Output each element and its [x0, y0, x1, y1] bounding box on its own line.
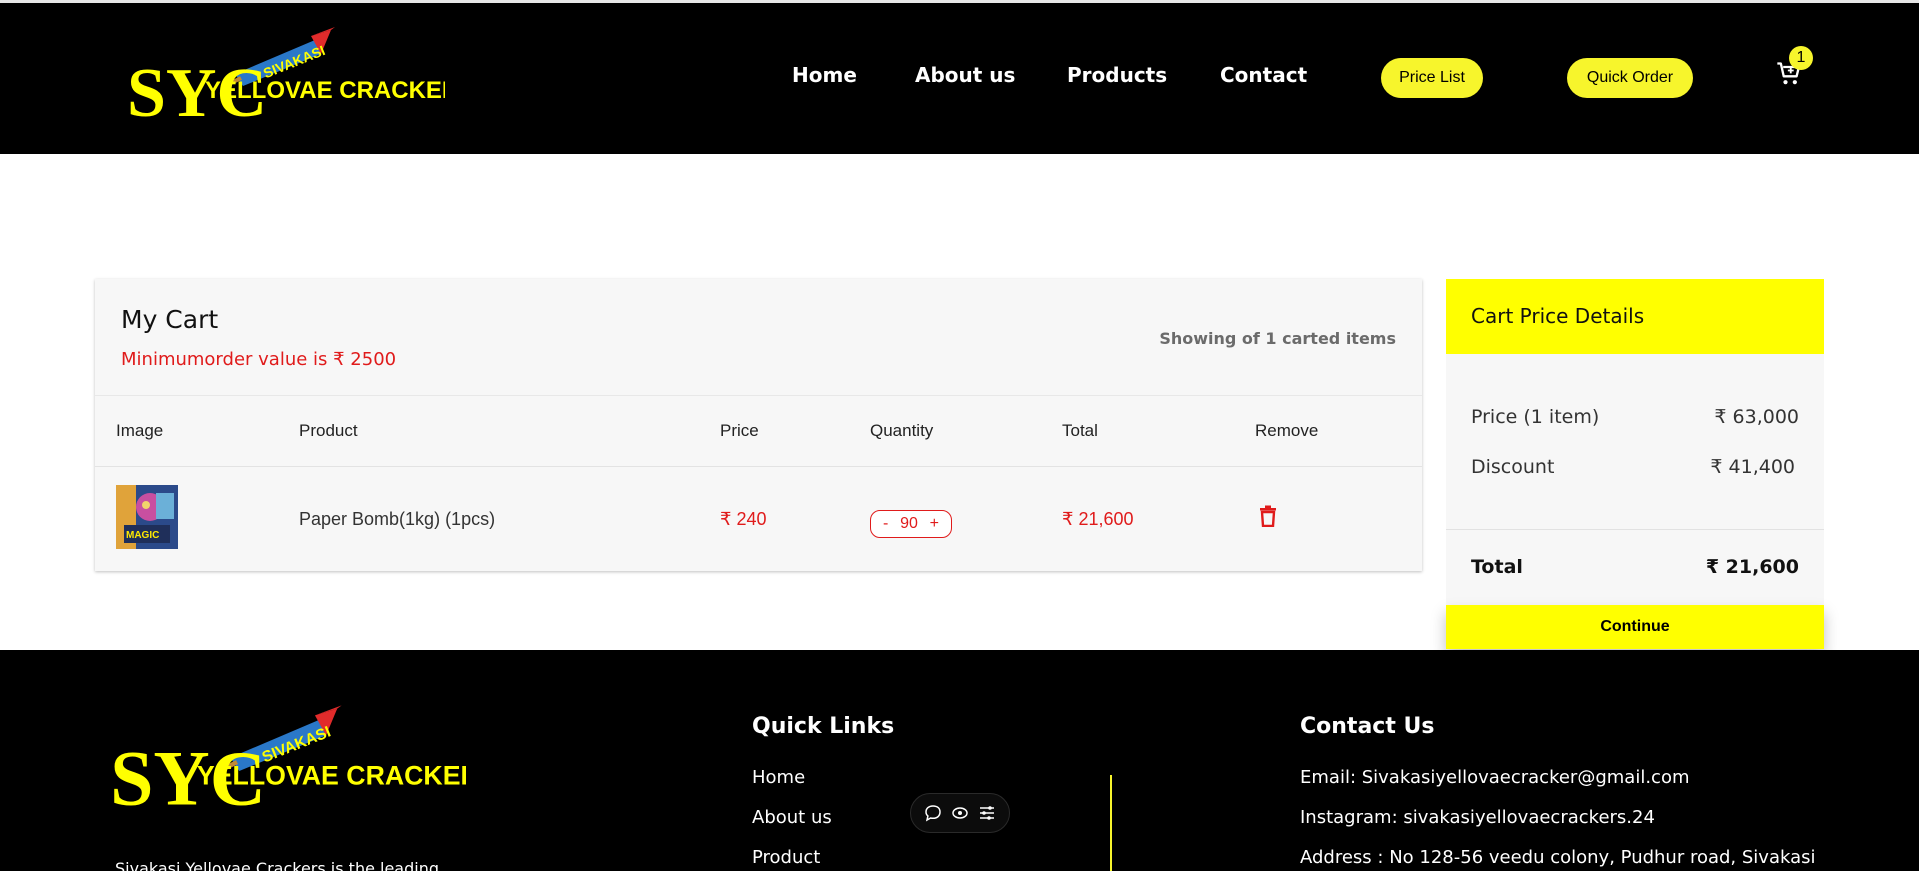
price-details-title: Cart Price Details — [1471, 304, 1645, 328]
discount-value: ₹ 41,400 — [1710, 456, 1795, 478]
contact-instagram[interactable]: Instagram: sivakasiyellovaecrackers.24 — [1300, 807, 1655, 828]
price-label: Price (1 item) — [1471, 406, 1600, 428]
row-total: ₹ 21,600 — [1062, 509, 1134, 529]
floating-toolbar — [910, 793, 1010, 833]
contact-email[interactable]: Email: Sivakasiyellovaecracker@gmail.com — [1300, 767, 1690, 788]
col-quantity: Quantity — [870, 421, 934, 440]
footer-link-home[interactable]: Home — [752, 767, 805, 788]
continue-button[interactable]: Continue — [1446, 605, 1824, 649]
footer-logo[interactable]: SIVAKASI SYC YELLOVAE CRACKERS — [106, 702, 466, 820]
footer-about-text: Sivakasi Yellovae Crackers is the leadin… — [115, 859, 439, 878]
contact-us-title: Contact Us — [1300, 714, 1435, 739]
table-row: MAGIC Paper Bomb(1kg) (1pcs) ₹ 240 - 90 … — [95, 467, 1422, 571]
qty-decrease-button[interactable]: - — [883, 515, 888, 533]
price-value: ₹ 63,000 — [1714, 406, 1799, 428]
price-details-header: Cart Price Details — [1446, 279, 1824, 354]
cart-table-header: Image Product Price Quantity Total Remov… — [95, 396, 1422, 467]
footer-divider — [1110, 775, 1112, 871]
svg-text:MAGIC: MAGIC — [126, 530, 159, 541]
quick-links-title: Quick Links — [752, 714, 895, 739]
footer-logo-text: YELLOVAE CRACKERS — [197, 760, 466, 790]
total-value: ₹ 21,600 — [1705, 556, 1799, 578]
footer-link-product[interactable]: Product — [752, 847, 820, 868]
cart-item-count: Showing of 1 carted items — [1159, 329, 1396, 348]
qty-increase-button[interactable]: + — [930, 515, 939, 533]
col-price: Price — [720, 421, 759, 440]
chat-icon[interactable] — [924, 804, 942, 822]
cart-header: My Cart Minimumorder value is ₹ 2500 Sho… — [95, 279, 1422, 396]
col-product: Product — [299, 421, 358, 440]
eye-icon[interactable] — [951, 804, 969, 822]
product-name: Paper Bomb(1kg) (1pcs) — [299, 509, 496, 529]
cart-title: My Cart — [121, 305, 219, 334]
nav-contact[interactable]: Contact — [1220, 63, 1307, 87]
sliders-icon[interactable] — [978, 804, 996, 822]
col-image: Image — [116, 421, 164, 440]
product-price: ₹ 240 — [720, 509, 767, 529]
quick-order-button[interactable]: Quick Order — [1567, 58, 1693, 98]
qty-value[interactable]: 90 — [900, 515, 918, 533]
svg-text:SIVAKASI: SIVAKASI — [261, 42, 327, 81]
nav-products[interactable]: Products — [1067, 63, 1167, 87]
discount-label: Discount — [1471, 456, 1555, 478]
minimum-order-notice: Minimumorder value is ₹ 2500 — [121, 349, 397, 370]
price-divider — [1446, 529, 1824, 530]
price-details-panel: Cart Price Details Price (1 item) ₹ 63,0… — [1446, 279, 1824, 649]
footer-link-about-us[interactable]: About us — [752, 807, 832, 828]
cart-panel: My Cart Minimumorder value is ₹ 2500 Sho… — [95, 279, 1422, 571]
total-label: Total — [1471, 556, 1523, 578]
col-total: Total — [1062, 421, 1098, 440]
col-remove: Remove — [1255, 421, 1319, 440]
nav-about-us[interactable]: About us — [915, 63, 1015, 87]
trash-icon[interactable] — [1258, 505, 1278, 527]
site-logo[interactable]: SIVAKASI SYC YELLOVAE CRACKERS — [125, 24, 445, 130]
contact-address: Address : No 128-56 veedu colony, Pudhur… — [1300, 847, 1816, 868]
quantity-stepper: - 90 + — [870, 510, 952, 538]
price-list-button[interactable]: Price List — [1381, 58, 1483, 98]
product-image[interactable]: MAGIC — [116, 485, 178, 549]
logo-text: YELLOVAE CRACKERS — [205, 77, 445, 104]
nav-home[interactable]: Home — [792, 63, 857, 87]
cart-count-badge: 1 — [1789, 46, 1813, 70]
